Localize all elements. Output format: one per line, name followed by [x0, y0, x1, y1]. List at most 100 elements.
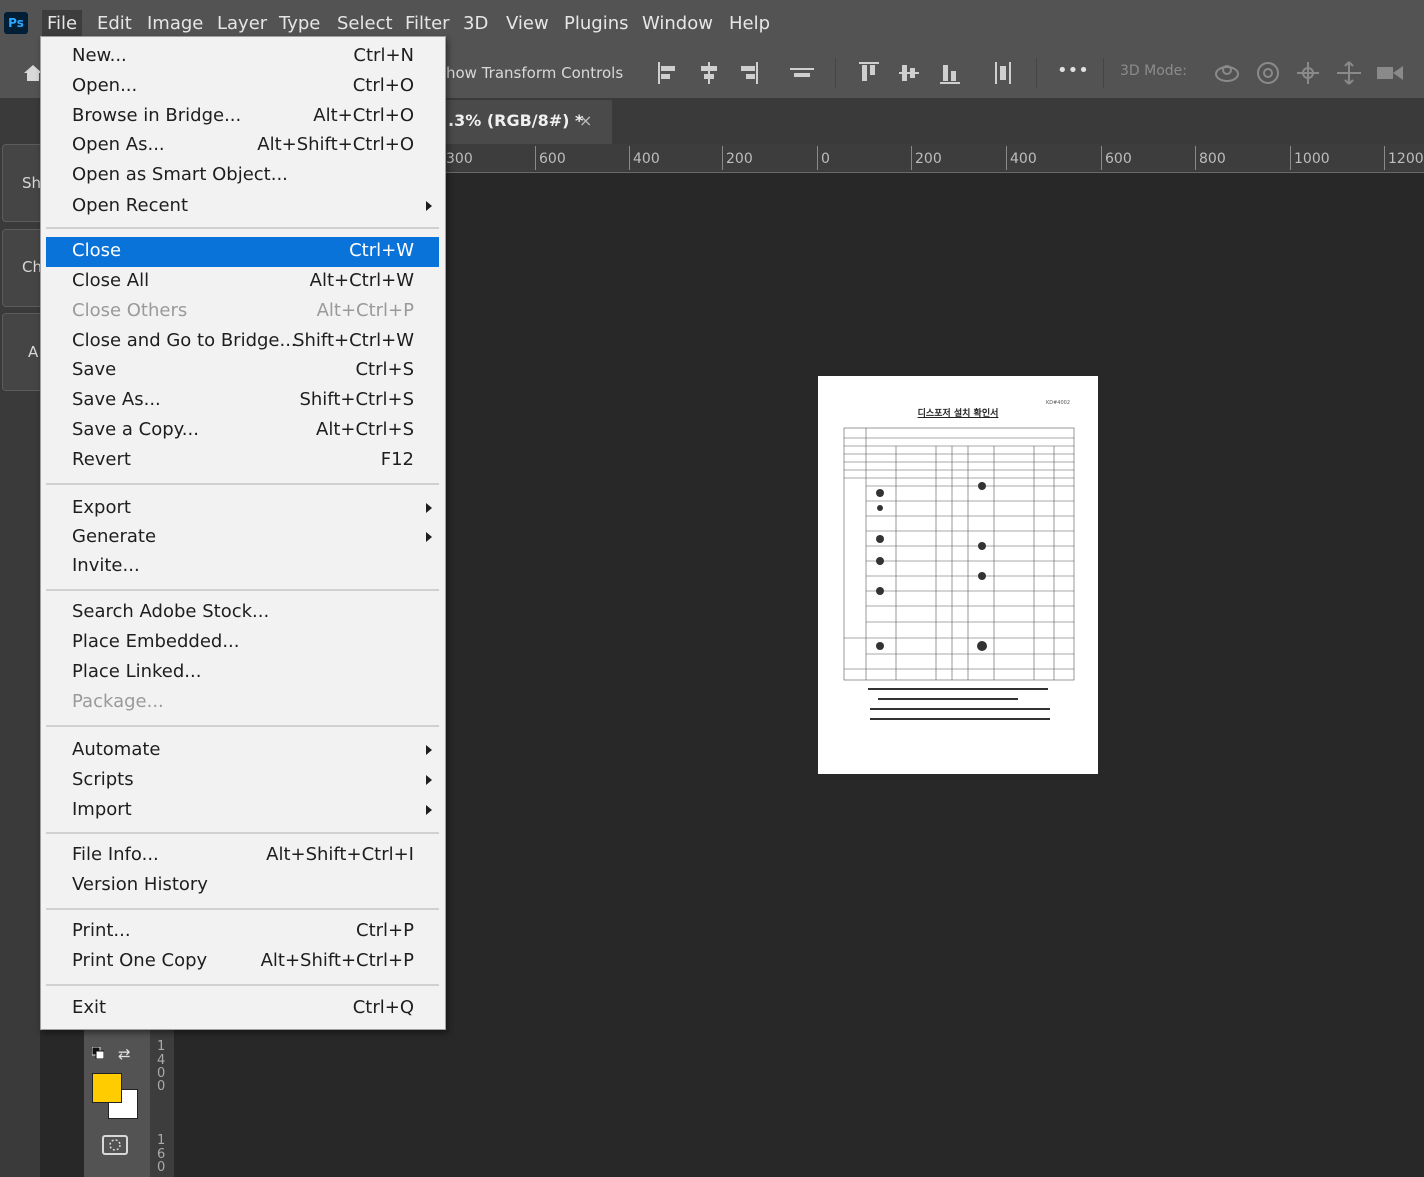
- menu-item-place-embedded[interactable]: Place Embedded...: [46, 628, 439, 658]
- menu-help[interactable]: Help: [724, 10, 775, 38]
- ruler-label: 1: [157, 1039, 166, 1054]
- separator: [835, 58, 836, 88]
- menu-item-label: Close All: [72, 270, 150, 291]
- menu-item-shortcut: Shift+Ctrl+S: [299, 389, 414, 410]
- menu-item-shortcut: Alt+Shift+Ctrl+P: [260, 950, 414, 971]
- slide-3d-icon[interactable]: [1334, 60, 1364, 86]
- menu-layer[interactable]: Layer: [212, 10, 272, 38]
- align-right-icon[interactable]: [736, 60, 760, 86]
- menu-item-search-adobe-stock[interactable]: Search Adobe Stock...: [46, 598, 439, 628]
- menu-item-version-history[interactable]: Version History: [46, 871, 439, 901]
- menu-item-browse-in-bridge[interactable]: Browse in Bridge... Alt+Ctrl+O: [46, 102, 439, 132]
- submenu-arrow-icon: [426, 745, 432, 755]
- close-tab-icon[interactable]: ×: [579, 111, 592, 130]
- menu-item-exit[interactable]: Exit Ctrl+Q: [46, 994, 439, 1024]
- menu-select[interactable]: Select: [332, 10, 398, 38]
- menu-item-label: Close Others: [72, 300, 188, 321]
- menu-item-automate[interactable]: Automate: [46, 736, 439, 766]
- menu-type[interactable]: Type: [274, 10, 325, 38]
- ruler-tick: [1384, 146, 1385, 170]
- menu-item-save-a-copy[interactable]: Save a Copy... Alt+Ctrl+S: [46, 416, 439, 446]
- menu-item-import[interactable]: Import: [46, 796, 439, 826]
- menu-item-label: Package...: [72, 691, 164, 712]
- separator: [1103, 58, 1104, 88]
- distribute-icon[interactable]: [789, 60, 815, 86]
- menu-item-invite[interactable]: Invite...: [46, 552, 439, 582]
- menu-item-shortcut: Ctrl+S: [355, 359, 414, 380]
- menu-separator: [46, 483, 439, 485]
- align-middle-icon[interactable]: [897, 60, 921, 86]
- menu-item-open[interactable]: Open... Ctrl+O: [46, 72, 439, 102]
- ruler-label: 0: [157, 1079, 166, 1094]
- menu-item-label: Open as Smart Object...: [72, 164, 288, 185]
- panel-tab-label[interactable]: Sh: [22, 174, 41, 192]
- menu-item-save[interactable]: Save Ctrl+S: [46, 356, 439, 386]
- menu-item-print[interactable]: Print... Ctrl+P: [46, 917, 439, 947]
- roll-3d-icon[interactable]: [1254, 60, 1282, 86]
- menu-item-label: Export: [72, 497, 131, 518]
- menu-item-label: File Info...: [72, 844, 159, 865]
- panel-tab-label[interactable]: A: [28, 343, 38, 361]
- menu-item-save-as[interactable]: Save As... Shift+Ctrl+S: [46, 386, 439, 416]
- ruler-label: 400: [1010, 151, 1037, 167]
- menu-filter[interactable]: Filter: [400, 10, 455, 38]
- document-tab-title[interactable]: .3% (RGB/8#) *: [448, 111, 583, 130]
- menu-item-file-info[interactable]: File Info... Alt+Shift+Ctrl+I: [46, 841, 439, 871]
- align-left-icon[interactable]: [656, 60, 680, 86]
- menu-3d[interactable]: 3D: [458, 10, 493, 38]
- menu-item-open-as[interactable]: Open As... Alt+Shift+Ctrl+O: [46, 131, 439, 161]
- menu-item-shortcut: Ctrl+P: [356, 920, 414, 941]
- menu-plugins[interactable]: Plugins: [559, 10, 633, 38]
- submenu-arrow-icon: [426, 532, 432, 542]
- ruler-label: 0: [821, 151, 830, 167]
- distribute-vertical-icon[interactable]: [991, 60, 1015, 86]
- menu-item-close-all[interactable]: Close All Alt+Ctrl+W: [46, 267, 439, 297]
- menu-item-generate[interactable]: Generate: [46, 523, 439, 553]
- menu-item-revert[interactable]: Revert F12: [46, 446, 439, 476]
- menu-item-label: Close and Go to Bridge...: [72, 330, 297, 351]
- show-transform-controls-label[interactable]: how Transform Controls: [446, 62, 623, 84]
- orbit-3d-icon[interactable]: [1212, 60, 1242, 86]
- ruler-label: 0: [157, 1160, 166, 1175]
- menu-item-new[interactable]: New... Ctrl+N: [46, 42, 439, 72]
- menu-window[interactable]: Window: [637, 10, 718, 38]
- menu-item-shortcut: Ctrl+N: [353, 45, 414, 66]
- menu-item-label: Exit: [72, 997, 107, 1018]
- separator: [1036, 58, 1037, 88]
- menu-separator: [46, 832, 439, 834]
- scale-3d-icon[interactable]: [1375, 60, 1407, 86]
- menu-item-shortcut: Ctrl+O: [352, 75, 414, 96]
- quick-mask-icon[interactable]: [102, 1134, 128, 1156]
- menu-item-shortcut: Alt+Ctrl+P: [316, 300, 414, 321]
- swap-colors-icon[interactable]: ⇄: [118, 1045, 131, 1063]
- menu-item-close-and-go-to-bridge[interactable]: Close and Go to Bridge... Shift+Ctrl+W: [46, 327, 439, 357]
- menu-item-scripts[interactable]: Scripts: [46, 766, 439, 796]
- panel-tab-label[interactable]: Ch: [22, 258, 42, 276]
- align-top-icon[interactable]: [857, 60, 881, 86]
- menu-separator: [46, 908, 439, 910]
- align-center-icon[interactable]: [697, 60, 721, 86]
- menu-item-close[interactable]: Close Ctrl+W: [46, 237, 439, 267]
- more-options-icon[interactable]: •••: [1057, 60, 1089, 81]
- menu-item-export[interactable]: Export: [46, 494, 439, 524]
- foreground-color-swatch[interactable]: [92, 1073, 122, 1103]
- menu-item-label: Open As...: [72, 134, 165, 155]
- 3d-mode-label: 3D Mode:: [1120, 63, 1187, 79]
- pan-3d-icon[interactable]: [1294, 60, 1322, 86]
- menu-item-place-linked[interactable]: Place Linked...: [46, 658, 439, 688]
- ruler-tick: [817, 146, 818, 170]
- default-colors-icon[interactable]: [92, 1047, 104, 1059]
- menu-item-open-recent[interactable]: Open Recent: [46, 192, 439, 222]
- menu-file[interactable]: File: [42, 10, 83, 38]
- menu-item-open-as-smart-object[interactable]: Open as Smart Object...: [46, 161, 439, 191]
- submenu-arrow-icon: [426, 201, 432, 211]
- menu-item-label: Version History: [72, 874, 208, 895]
- document-canvas[interactable]: KD#4002 디스포저 설치 확인서: [818, 376, 1098, 774]
- menu-item-print-one-copy[interactable]: Print One Copy Alt+Shift+Ctrl+P: [46, 947, 439, 977]
- menu-image[interactable]: Image: [142, 10, 208, 38]
- ruler-tick: [1290, 146, 1291, 170]
- align-bottom-icon[interactable]: [938, 60, 962, 86]
- menu-edit[interactable]: Edit: [92, 10, 137, 38]
- menu-view[interactable]: View: [501, 10, 554, 38]
- ruler-label: 600: [1105, 151, 1132, 167]
